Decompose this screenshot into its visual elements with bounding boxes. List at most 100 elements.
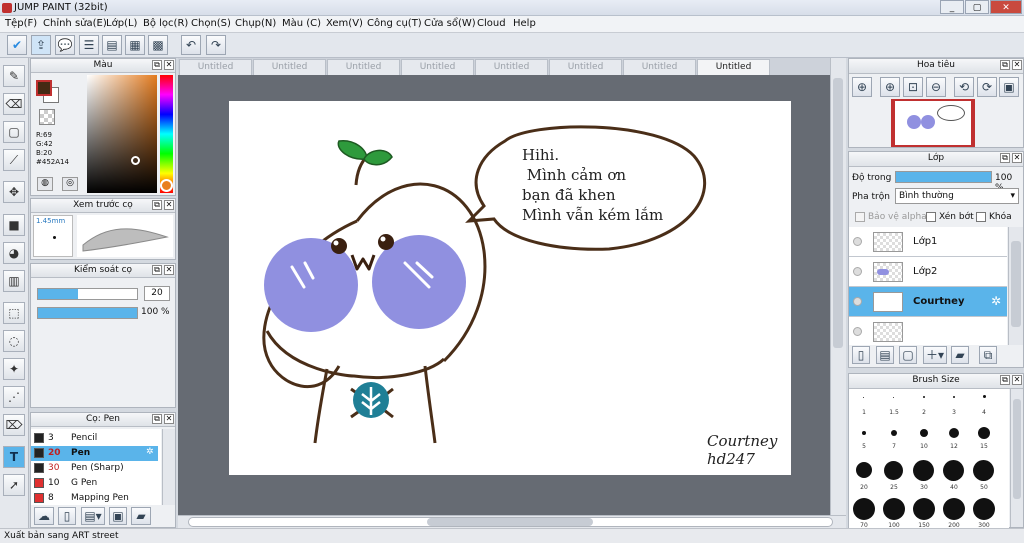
add-layer-menu-icon[interactable]: ＋▾	[923, 346, 947, 364]
brush-size-slider[interactable]	[37, 288, 138, 300]
tab-untitled-1[interactable]: Untitled	[179, 59, 252, 75]
menu-capture[interactable]: Chụp(N)	[235, 18, 276, 29]
brush-tool-icon[interactable]: ✎	[3, 65, 25, 87]
layer-row[interactable]	[849, 317, 1007, 345]
magic-wand-tool-icon[interactable]: ✦	[3, 358, 25, 380]
list-item-selected[interactable]: 20 Pen ✲	[31, 446, 158, 461]
float-icon[interactable]: ⧉	[152, 60, 162, 70]
layer-list-scrollbar[interactable]	[1008, 227, 1023, 345]
picker-cursor[interactable]	[131, 156, 140, 165]
close-icon[interactable]: ✕	[1012, 375, 1022, 385]
menu-cloud[interactable]: Cloud	[477, 18, 506, 29]
menu-edit[interactable]: Chỉnh sửa(E)	[43, 18, 107, 29]
vertical-scroll-thumb[interactable]	[833, 78, 843, 348]
menu-filter[interactable]: Bộ lọc(R)	[143, 18, 188, 29]
close-icon[interactable]: ✕	[164, 60, 174, 70]
eraser-tool-icon[interactable]: ⌫	[3, 93, 25, 115]
rect-select-tool-icon[interactable]: ⬚	[3, 302, 25, 324]
menu-tools[interactable]: Công cụ(T)	[367, 18, 422, 29]
lasso-tool-icon[interactable]: ◌	[3, 330, 25, 352]
zoom-out-icon[interactable]: ⊖	[926, 77, 946, 97]
fill-rect-tool-icon[interactable]: ■	[3, 214, 25, 236]
palette-icon[interactable]: ◍	[37, 177, 53, 191]
drawing-page[interactable]: Hihi. Mình cảm ơn bạn đã khen Mình vẫn k…	[229, 101, 791, 475]
tab-untitled-7[interactable]: Untitled	[623, 59, 696, 75]
select-eraser-tool-icon[interactable]: ⌦	[3, 414, 25, 436]
brush-size-grid[interactable]: 1 1.5 2 3 4 5 7 10 12 15 20 25 30 40 50 …	[849, 389, 1009, 529]
brush-size-field[interactable]: 20	[144, 286, 170, 301]
float-icon[interactable]: ⧉	[152, 265, 162, 275]
eye-icon[interactable]	[853, 297, 862, 306]
zoom-in-alt-icon[interactable]: ⊕	[880, 77, 900, 97]
share-icon[interactable]: ⇪	[31, 35, 51, 55]
new-vector-layer-icon[interactable]: ▤	[876, 346, 894, 364]
protect-alpha-checkbox[interactable]	[855, 212, 865, 222]
menu-help[interactable]: Help	[513, 18, 536, 29]
palette-add-icon[interactable]: ◎	[62, 177, 78, 191]
menu-view[interactable]: Xem(V)	[326, 18, 363, 29]
layout-icon[interactable]: ▦	[125, 35, 145, 55]
line-tool-icon[interactable]: ⟋	[3, 149, 25, 171]
clipping-checkbox[interactable]	[926, 212, 936, 222]
operation-tool-icon[interactable]: ➚	[3, 474, 25, 496]
tab-untitled-3[interactable]: Untitled	[327, 59, 400, 75]
tab-untitled-4[interactable]: Untitled	[401, 59, 474, 75]
text-tool-icon[interactable]: T	[3, 446, 25, 468]
tab-untitled-5[interactable]: Untitled	[475, 59, 548, 75]
horizontal-scroll-thumb[interactable]	[427, 518, 593, 526]
gear-icon[interactable]: ✲	[146, 447, 154, 457]
tab-untitled-6[interactable]: Untitled	[549, 59, 622, 75]
menu-layer[interactable]: Lớp(L)	[106, 18, 137, 29]
redo-icon[interactable]: ↷	[206, 35, 226, 55]
list-item[interactable]: 8 Mapping Pen	[31, 491, 158, 506]
maximize-button[interactable]: ▢	[965, 0, 989, 14]
zoom-in-icon[interactable]: ⊕	[852, 77, 872, 97]
tab-untitled-2[interactable]: Untitled	[253, 59, 326, 75]
reset-icon[interactable]: ▣	[999, 77, 1019, 97]
new-layer-icon[interactable]: ▯	[852, 346, 870, 364]
folder-icon[interactable]: ▰	[131, 507, 151, 525]
list-item[interactable]: 3 Pencil	[31, 431, 158, 446]
flip-icon[interactable]: ⟳	[977, 77, 997, 97]
gradient-tool-icon[interactable]: ▥	[3, 270, 25, 292]
menu-select[interactable]: Chọn(S)	[191, 18, 231, 29]
add-brush-icon[interactable]: ☁	[34, 507, 54, 525]
layer-row-selected[interactable]: Courtney ✲	[849, 287, 1007, 317]
brush-opacity-slider[interactable]	[37, 307, 138, 319]
brush-list-scrollbar[interactable]	[162, 429, 175, 505]
tab-untitled-active[interactable]: Untitled	[697, 59, 770, 75]
float-icon[interactable]: ⧉	[1000, 153, 1010, 163]
layer-row[interactable]: Lớp2	[849, 257, 1007, 287]
select-pen-tool-icon[interactable]: ⋰	[3, 386, 25, 408]
cloud-check-icon[interactable]: ✔	[7, 35, 27, 55]
minimize-button[interactable]: _	[940, 0, 964, 14]
float-icon[interactable]: ⧉	[1000, 60, 1010, 70]
undo-icon[interactable]: ↶	[181, 35, 201, 55]
gear-icon[interactable]: ✲	[991, 294, 1001, 308]
horizontal-scroll-track[interactable]	[188, 517, 833, 527]
layer-row[interactable]: Lớp1	[849, 227, 1007, 257]
move-tool-icon[interactable]: ✥	[3, 181, 25, 203]
layer-opacity-slider[interactable]	[895, 171, 992, 183]
float-icon[interactable]: ⧉	[152, 414, 162, 424]
brush-settings-icon[interactable]: ▣	[109, 507, 127, 525]
close-icon[interactable]: ✕	[164, 200, 174, 210]
folder-icon[interactable]: ▰	[951, 346, 969, 364]
close-icon[interactable]: ✕	[164, 414, 174, 424]
lock-checkbox[interactable]	[976, 212, 986, 222]
rotate-icon[interactable]: ⟲	[954, 77, 974, 97]
menu-window[interactable]: Cửa sổ(W)	[424, 18, 476, 29]
menu-file[interactable]: Tệp(F)	[5, 18, 37, 29]
eye-icon[interactable]	[853, 237, 862, 246]
brush-menu-icon[interactable]: ▤▾	[81, 507, 105, 525]
transparent-swatch[interactable]	[39, 109, 55, 125]
saturation-value-picker[interactable]	[87, 75, 157, 193]
blend-mode-select[interactable]: Bình thường ▾	[895, 188, 1019, 204]
canvas-vertical-scrollbar[interactable]	[830, 58, 846, 515]
new-brush-icon[interactable]: ▯	[58, 507, 76, 525]
hue-slider[interactable]	[160, 75, 173, 193]
eye-icon[interactable]	[853, 267, 862, 276]
page-icon[interactable]: ▤	[102, 35, 122, 55]
list-icon[interactable]: ☰	[79, 35, 99, 55]
navigator-thumbnail[interactable]	[891, 99, 975, 147]
